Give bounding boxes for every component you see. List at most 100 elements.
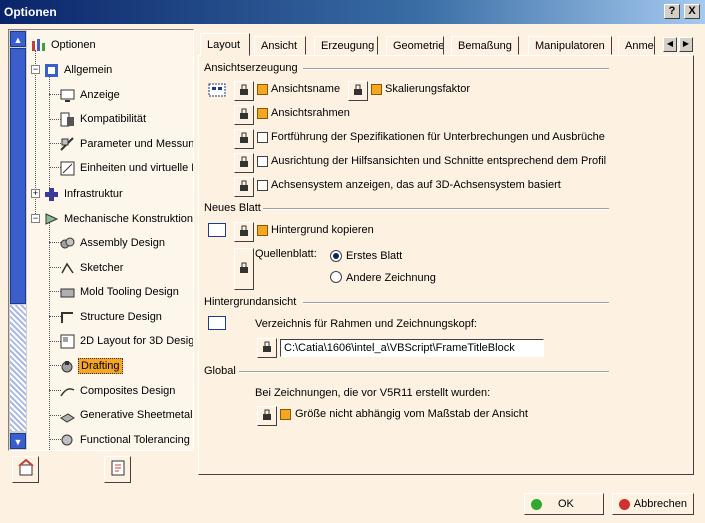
- lock-button[interactable]: [234, 105, 254, 125]
- ausrichtung-checkbox[interactable]: [257, 156, 268, 167]
- ansichtsrahmen-checkbox[interactable]: [257, 108, 268, 119]
- section-title: Global: [204, 365, 236, 377]
- tab-layout[interactable]: Layout: [200, 33, 250, 56]
- export-options-button[interactable]: [104, 456, 131, 483]
- expand-toggle[interactable]: −: [31, 65, 40, 74]
- cancel-button[interactable]: Abbrechen: [612, 493, 694, 515]
- tree-item-allgemein[interactable]: Allgemein: [43, 61, 114, 79]
- tree-label: 2D Layout for 3D Design: [80, 335, 194, 347]
- tree-scrollbar[interactable]: ▲ ▼: [9, 30, 27, 450]
- andere-zeichnung-radio[interactable]: [330, 271, 342, 283]
- ok-label: OK: [558, 498, 574, 510]
- tree-item-parameter[interactable]: Parameter und Messung: [59, 135, 194, 153]
- ok-button[interactable]: OK: [524, 493, 604, 515]
- compatibility-icon: [59, 111, 76, 128]
- fortfuehrung-checkbox[interactable]: [257, 132, 268, 143]
- cancel-label: Abbrechen: [633, 498, 687, 510]
- skalierungsfaktor-checkbox[interactable]: [371, 84, 382, 95]
- tree-label: Optionen: [51, 39, 96, 51]
- fortfuehrung-label: Fortführung der Spezifikationen für Unte…: [271, 131, 605, 143]
- tree-item-sketcher[interactable]: Sketcher: [59, 259, 125, 277]
- ansichtsname-checkbox[interactable]: [257, 84, 268, 95]
- tree-item-mechanische-konstruktion[interactable]: Mechanische Konstruktion: [43, 210, 193, 228]
- scroll-up-icon[interactable]: ▲: [10, 31, 26, 47]
- lock-button[interactable]: [234, 248, 254, 290]
- tab-ansicht[interactable]: Ansicht: [254, 36, 306, 55]
- reset-icon: [17, 458, 35, 480]
- ok-icon: [531, 498, 542, 510]
- tree-label: Anzeige: [80, 89, 120, 101]
- erstes-blatt-label: Erstes Blatt: [346, 250, 403, 262]
- drafting-icon: [59, 358, 76, 375]
- tree-item-generative-sheetmetal[interactable]: Generative Sheetmetal: [59, 406, 193, 424]
- frame-titleblock-path-field[interactable]: C:\Catia\1606\intel_a\VBScript\FrameTitl…: [280, 339, 544, 357]
- groesse-checkbox[interactable]: [280, 409, 291, 420]
- lock-button[interactable]: [257, 406, 277, 426]
- tree-item-drafting[interactable]: Drafting: [59, 357, 123, 375]
- tree-item-2d-layout[interactable]: 2D Layout for 3D Design: [59, 332, 194, 350]
- tree-item-optionen[interactable]: Optionen: [30, 36, 98, 54]
- scroll-down-icon[interactable]: ▼: [10, 433, 26, 449]
- lock-button[interactable]: [234, 222, 254, 242]
- display-icon: [59, 87, 76, 104]
- tree-label: Structure Design: [80, 311, 162, 323]
- verzeichnis-label: Verzeichnis für Rahmen und Zeichnungskop…: [255, 318, 477, 330]
- quellenblatt-label: Quellenblatt:: [255, 248, 317, 260]
- tree-item-structure-design[interactable]: Structure Design: [59, 308, 164, 326]
- erstes-blatt-radio[interactable]: [330, 250, 342, 262]
- cancel-icon: [619, 498, 630, 510]
- scroll-thumb[interactable]: [10, 48, 26, 304]
- section-divider: [303, 302, 609, 304]
- tree-label: Infrastruktur: [64, 188, 123, 200]
- achsensystem-checkbox[interactable]: [257, 180, 268, 191]
- tree-label: Mold Tooling Design: [80, 286, 179, 298]
- assembly-icon: [59, 235, 76, 252]
- infrastructure-icon: [43, 186, 60, 203]
- expand-toggle[interactable]: +: [31, 189, 40, 198]
- tab-manipulatoren[interactable]: Manipulatoren: [528, 36, 612, 55]
- lock-icon: [262, 409, 272, 424]
- lock-button[interactable]: [234, 153, 254, 173]
- tab-geometrie[interactable]: Geometrie: [386, 36, 444, 55]
- andere-zeichnung-label: Andere Zeichnung: [346, 272, 436, 284]
- lock-button[interactable]: [234, 177, 254, 197]
- tree-item-einheiten[interactable]: Einheiten und virtuelle R: [59, 159, 193, 177]
- section-title: Ansichtserzeugung: [204, 62, 298, 74]
- tree-item-mold-tooling[interactable]: Mold Tooling Design: [59, 283, 181, 301]
- tab-strip: Layout Ansicht Erzeugung Geometrie Bemaß…: [198, 33, 700, 56]
- window-title: Optionen: [4, 5, 57, 19]
- close-button[interactable]: X: [684, 4, 700, 19]
- scroll-track[interactable]: [10, 305, 26, 431]
- title-bar: Optionen ? X: [0, 0, 705, 24]
- lock-button[interactable]: [234, 129, 254, 149]
- section-divider: [263, 208, 609, 210]
- tab-erzeugung[interactable]: Erzeugung: [314, 36, 378, 55]
- tree-item-composites-design[interactable]: Composites Design: [59, 382, 177, 400]
- sketcher-icon: [59, 260, 76, 277]
- reset-options-button[interactable]: [12, 456, 39, 483]
- tree-item-kompatibilitaet[interactable]: Kompatibilität: [59, 110, 148, 128]
- tab-scroll-right-icon[interactable]: ▶: [679, 37, 693, 52]
- tree-label: Allgemein: [64, 64, 113, 76]
- tree-item-functional-tolerancing[interactable]: Functional Tolerancing: [59, 431, 192, 449]
- section-divider: [239, 371, 609, 373]
- tree-item-infrastruktur[interactable]: Infrastruktur: [43, 185, 125, 203]
- expand-toggle[interactable]: −: [31, 214, 40, 223]
- tree-item-assembly-design[interactable]: Assembly Design: [59, 234, 167, 252]
- help-button[interactable]: ?: [664, 4, 680, 19]
- tab-scroll-left-icon[interactable]: ◀: [663, 37, 677, 52]
- lock-button[interactable]: [257, 338, 277, 358]
- tree-label: Parameter und Messung: [80, 138, 194, 150]
- tab-anmerkungen[interactable]: Anmer: [618, 36, 655, 55]
- tab-bemassung[interactable]: Bemaßung: [451, 36, 519, 55]
- parameters-icon: [59, 136, 76, 153]
- lock-icon: [353, 84, 363, 99]
- section-divider: [303, 68, 609, 70]
- lock-button[interactable]: [234, 81, 254, 101]
- lock-icon: [239, 225, 249, 240]
- tree-item-anzeige[interactable]: Anzeige: [59, 86, 122, 104]
- tree-label: Drafting: [78, 358, 123, 374]
- hintergrund-checkbox[interactable]: [257, 225, 268, 236]
- lock-button[interactable]: [348, 81, 368, 101]
- new-sheet-icon: [208, 223, 226, 237]
